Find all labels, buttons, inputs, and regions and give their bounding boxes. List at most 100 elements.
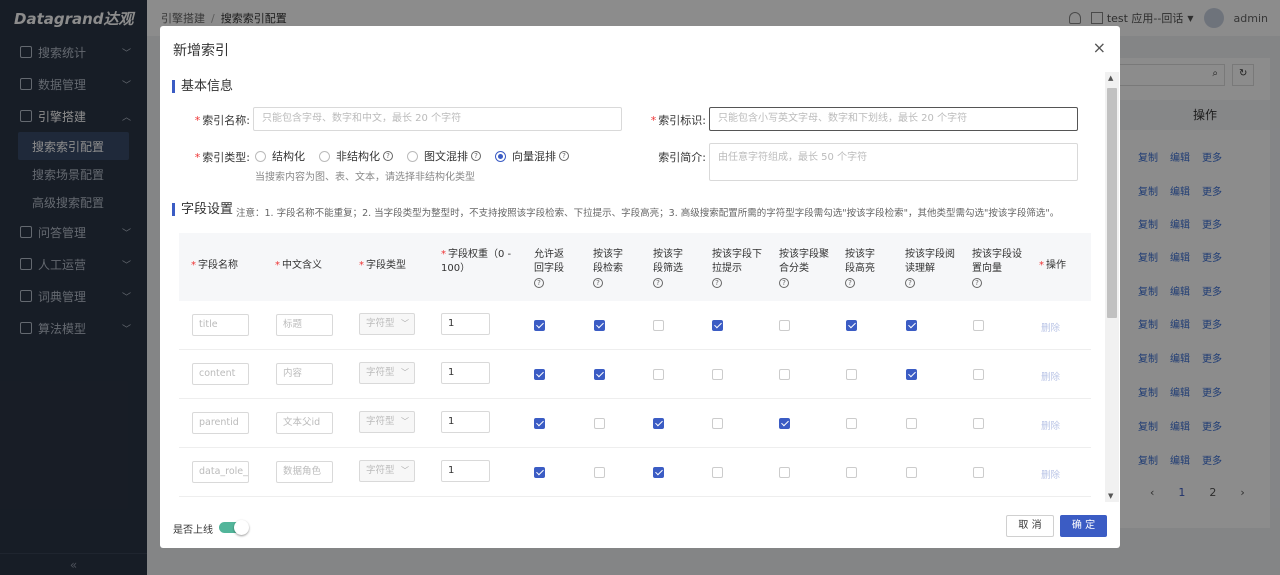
field-option-checkbox[interactable] [973,467,984,478]
field-type-select[interactable]: 字符型 ﹀ [359,313,415,335]
online-toggle[interactable] [219,520,249,535]
field-option-checkbox[interactable] [594,467,605,478]
index-type-radio[interactable]: 非结构化? [319,148,393,164]
index-id-input[interactable]: 只能包含小写英文字母、数字和下划线，最长 20 个字符 [709,107,1078,131]
index-desc-textarea[interactable]: 由任意字符组成，最长 50 个字符 [709,143,1078,181]
field-option-checkbox[interactable] [846,320,857,331]
field-option-checkbox[interactable] [594,369,605,380]
cancel-button[interactable]: 取 消 [1006,515,1054,537]
radio-dot [495,150,506,162]
delete-row-button[interactable]: 删除 [1041,418,1060,432]
scroll-down-icon[interactable]: ▼ [1108,492,1113,500]
confirm-button[interactable]: 确 定 [1060,515,1107,537]
help-icon[interactable]: ? [383,151,393,161]
field-option-checkbox[interactable] [779,467,790,478]
field-option-checkbox[interactable] [594,320,605,331]
column-header-label: 字段名称 [198,260,238,271]
index-id-label: * 索引标识: [650,114,706,127]
help-icon[interactable]: ? [779,278,789,288]
field-name-input[interactable]: parentid [192,412,249,434]
scrollbar-thumb[interactable] [1107,88,1117,318]
index-name-label-text: 索引名称: [202,114,250,127]
column-header: 按该字段筛选? [653,248,689,290]
field-option-checkbox[interactable] [906,467,917,478]
field-option-checkbox[interactable] [906,320,917,331]
field-type-select[interactable]: 字符型 ﹀ [359,411,415,433]
help-icon[interactable]: ? [653,278,663,288]
field-option-checkbox[interactable] [653,418,664,429]
field-option-checkbox[interactable] [712,320,723,331]
help-icon[interactable]: ? [972,278,982,288]
field-option-checkbox[interactable] [906,369,917,380]
field-option-checkbox[interactable] [653,467,664,478]
field-option-checkbox[interactable] [712,418,723,429]
help-icon[interactable]: ? [845,278,855,288]
help-icon[interactable]: ? [534,278,544,288]
column-header-label: 字段类型 [366,260,406,271]
index-name-label: * 索引名称: [194,114,250,127]
field-settings-note: 注意：1. 字段名称不能重复；2. 当字段类型为整型时，不支持按照该字段检索、下… [236,208,1060,219]
help-icon[interactable]: ? [712,278,722,288]
field-weight-input[interactable]: 1 [441,460,490,482]
field-name-input[interactable]: title [192,314,249,336]
field-meaning-input[interactable]: 文本父id [276,412,333,434]
chevron-down-icon: ﹀ [401,368,409,377]
column-header: 按该字段聚合分类? [779,248,829,290]
field-type-select[interactable]: 字符型 ﹀ [359,362,415,384]
index-name-input[interactable]: 只能包含字母、数字和中文，最长 20 个字符 [253,107,622,131]
field-name-input[interactable]: data_role_i [192,461,249,483]
help-icon[interactable]: ? [471,151,481,161]
radio-dot [319,150,330,162]
field-weight-input[interactable]: 1 [441,411,490,433]
field-weight-input[interactable]: 1 [441,362,490,384]
field-option-checkbox[interactable] [846,418,857,429]
close-icon[interactable]: × [1093,38,1106,57]
field-option-checkbox[interactable] [973,369,984,380]
field-option-checkbox[interactable] [973,320,984,331]
column-header-label: 允许返回字段 [534,249,564,274]
delete-row-button[interactable]: 删除 [1041,320,1060,334]
table-row: data_role_i 数据角色 字符型 ﹀ 1 删除 [179,448,1091,497]
column-header: 按该字段检索? [593,248,629,290]
field-option-checkbox[interactable] [846,467,857,478]
field-settings-heading: 字段设置 [172,203,233,216]
index-type-radio[interactable]: 结构化 [255,148,305,164]
field-option-checkbox[interactable] [779,369,790,380]
column-header: * 字段权重（0 - 100） [441,248,521,276]
field-meaning-input[interactable]: 内容 [276,363,333,385]
field-option-checkbox[interactable] [906,418,917,429]
field-option-checkbox[interactable] [973,418,984,429]
field-option-checkbox[interactable] [712,467,723,478]
index-type-radio[interactable]: 向量混排? [495,148,569,164]
required-mark: * [275,260,280,271]
field-option-checkbox[interactable] [653,369,664,380]
field-weight-input[interactable]: 1 [441,313,490,335]
field-option-checkbox[interactable] [653,320,664,331]
field-meaning-input[interactable]: 数据角色 [276,461,333,483]
index-type-label-text: 索引类型: [202,151,250,164]
field-name-input[interactable]: content [192,363,249,385]
field-option-checkbox[interactable] [712,369,723,380]
help-icon[interactable]: ? [905,278,915,288]
field-option-checkbox[interactable] [846,369,857,380]
column-header-label: 按该字段筛选 [653,249,683,274]
field-option-checkbox[interactable] [779,418,790,429]
required-mark: * [1039,260,1044,271]
field-option-checkbox[interactable] [534,418,545,429]
field-type-select[interactable]: 字符型 ﹀ [359,460,415,482]
column-header-label: 操作 [1046,260,1066,271]
index-type-radio[interactable]: 图文混排? [407,148,481,164]
field-option-checkbox[interactable] [534,320,545,331]
delete-row-button[interactable]: 删除 [1041,369,1060,383]
help-icon[interactable]: ? [593,278,603,288]
delete-row-button[interactable]: 删除 [1041,467,1060,481]
field-option-checkbox[interactable] [594,418,605,429]
field-option-checkbox[interactable] [534,369,545,380]
dialog-scrollbar[interactable]: ▲ ▼ [1105,72,1119,502]
scroll-up-icon[interactable]: ▲ [1108,74,1113,82]
field-option-checkbox[interactable] [534,467,545,478]
field-meaning-input[interactable]: 标题 [276,314,333,336]
field-option-checkbox[interactable] [779,320,790,331]
column-header-label: 按该字段阅读理解 [905,249,955,274]
help-icon[interactable]: ? [559,151,569,161]
